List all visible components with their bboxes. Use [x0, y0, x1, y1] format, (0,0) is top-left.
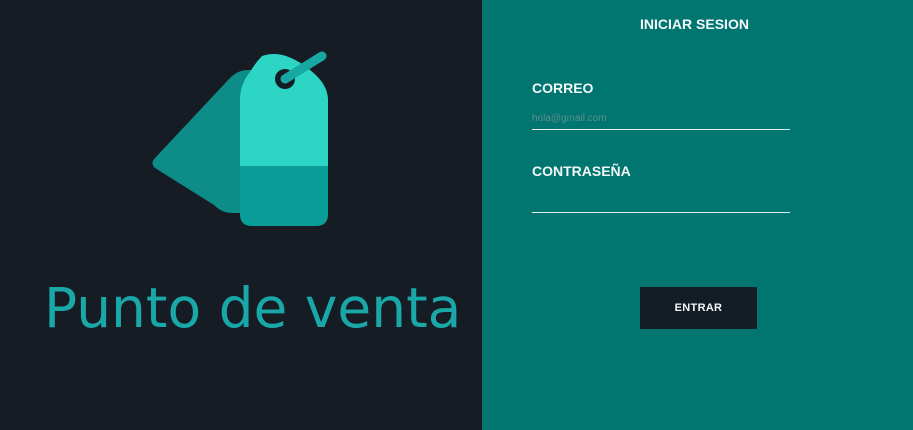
password-label: CONTRASEÑA	[532, 163, 631, 179]
login-title: INICIAR SESION	[640, 16, 749, 32]
brand-panel: Punto de venta	[0, 0, 482, 430]
email-label: CORREO	[532, 80, 594, 96]
brand-name: Punto de venta	[44, 276, 462, 340]
submit-button[interactable]: ENTRAR	[640, 287, 757, 329]
email-input[interactable]	[532, 108, 790, 130]
price-tags-icon	[150, 48, 335, 238]
login-panel: INICIAR SESION CORREO CONTRASEÑA ENTRAR	[482, 0, 913, 430]
password-input[interactable]	[532, 191, 790, 213]
